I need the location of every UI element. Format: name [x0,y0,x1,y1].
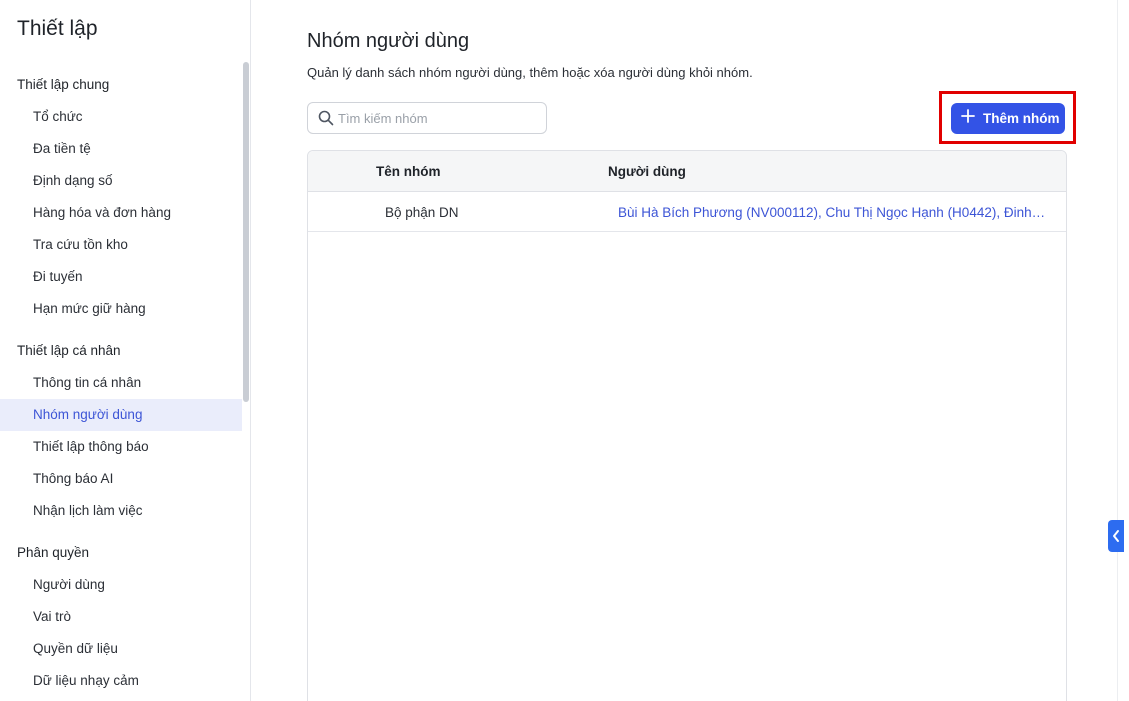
nav-item-number-format[interactable]: Định dạng số [0,165,242,197]
column-header-group-name: Tên nhóm [376,164,441,179]
nav-item-ai-notifications[interactable]: Thông báo AI [0,463,242,495]
sidebar-nav: Thiết lập chung Tổ chức Đa tiền tệ Định … [0,67,242,697]
search-icon [318,110,334,126]
nav-item-personal-info[interactable]: Thông tin cá nhân [0,367,242,399]
column-header-users: Người dùng [608,164,686,179]
page-description: Quản lý danh sách nhóm người dùng, thêm … [307,65,753,80]
nav-item-hold-limit[interactable]: Hạn mức giữ hàng [0,293,242,325]
add-group-label: Thêm nhóm [983,111,1060,126]
sidebar-scrollbar[interactable] [243,62,249,402]
sidebar-title: Thiết lập [17,17,98,40]
collapse-panel-button[interactable] [1108,520,1124,552]
section-header-general: Thiết lập chung [17,77,110,92]
nav-item-users[interactable]: Người dùng [0,569,242,601]
page-title: Nhóm người dùng [307,30,470,52]
nav-item-user-groups[interactable]: Nhóm người dùng [0,399,242,431]
nav-item-data-permissions[interactable]: Quyền dữ liệu [0,633,242,665]
nav-item-roles[interactable]: Vai trò [0,601,242,633]
nav-item-work-schedule[interactable]: Nhận lịch làm việc [0,495,242,527]
table-header: Tên nhóm Người dùng [308,151,1066,192]
nav-item-organization[interactable]: Tổ chức [0,101,242,133]
plus-icon [961,109,975,123]
section-header-personal: Thiết lập cá nhân [17,343,121,358]
nav-item-inventory-lookup[interactable]: Tra cứu tồn kho [0,229,242,261]
section-header-permissions: Phân quyền [17,545,90,560]
search-input[interactable] [338,104,538,132]
nav-item-routing[interactable]: Đi tuyến [0,261,242,293]
highlight-box: Thêm nhóm [939,91,1076,144]
table-row[interactable]: Bộ phận DN Bùi Hà Bích Phương (NV000112)… [308,192,1066,232]
nav-item-sensitive-data[interactable]: Dữ liệu nhạy cảm [0,665,242,697]
group-search[interactable] [307,102,547,134]
group-users-cell[interactable]: Bùi Hà Bích Phương (NV000112), Chu Thị N… [618,205,1048,220]
settings-sidebar: Thiết lập Thiết lập chung Tổ chức Đa tiề… [0,0,251,701]
nav-item-notification-settings[interactable]: Thiết lập thông báo [0,431,242,463]
group-name-cell: Bộ phận DN [385,205,459,220]
page-scrollbar[interactable] [1117,0,1129,701]
nav-item-multi-currency[interactable]: Đa tiền tệ [0,133,242,165]
groups-table: Tên nhóm Người dùng Bộ phận DN Bùi Hà Bí… [307,150,1067,701]
add-group-button[interactable]: Thêm nhóm [951,103,1065,134]
chevron-left-icon [1113,530,1119,542]
nav-item-goods-orders[interactable]: Hàng hóa và đơn hàng [0,197,242,229]
main-content: Nhóm người dùng Quản lý danh sách nhóm n… [251,0,1117,701]
